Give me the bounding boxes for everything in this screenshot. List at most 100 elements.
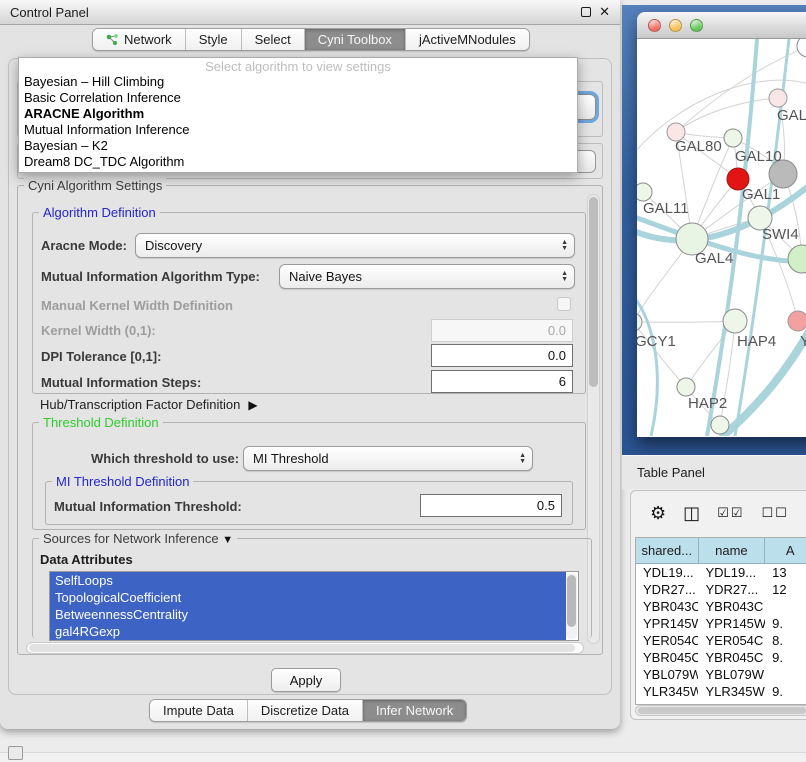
algorithm-option-bayesian-k2[interactable]: Bayesian – K2 — [19, 138, 577, 154]
tab-cyni-toolbox[interactable]: Cyni Toolbox — [305, 29, 406, 50]
settings-gear-icon[interactable]: ⚙ — [650, 504, 666, 522]
column-header-name[interactable]: name — [699, 538, 766, 564]
zoom-window-button[interactable] — [690, 19, 703, 32]
mi-threshold-field[interactable]: 0.5 — [420, 494, 562, 517]
mi-threshold-group: MI Threshold Definition Mutual Informati… — [45, 481, 573, 525]
tab-style[interactable]: Style — [186, 29, 242, 50]
unselect-all-columns-icon[interactable]: ☐☐ — [761, 504, 788, 522]
network-node[interactable] — [724, 129, 742, 147]
network-canvas[interactable]: GALGAL80GAL10GAL11GAL1SWI4GAL4GCY1HAP4YH… — [637, 39, 806, 436]
mi-algorithm-type-value: Naive Bayes — [289, 269, 362, 284]
network-node[interactable] — [677, 378, 695, 396]
network-edge[interactable] — [637, 291, 657, 436]
algorithm-option-bayesian-hill-climbing[interactable]: Bayesian – Hill Climbing — [19, 74, 577, 90]
attribute-item-gal4rgexp[interactable]: gal4RGexp — [50, 623, 578, 640]
stepper-icon: ▲▼ — [555, 271, 574, 283]
select-all-columns-icon[interactable]: ☑☑ — [717, 504, 744, 522]
table-hscrollbar-thumb[interactable] — [638, 707, 806, 714]
table-row[interactable]: YPR145WYPR145W9. — [636, 615, 806, 632]
algorithm-definition-group: Algorithm Definition Aracne Mode: Discov… — [32, 212, 586, 394]
tab-jactivemnodules[interactable]: jActiveMNodules — [406, 29, 529, 50]
tab-label: Style — [199, 32, 228, 47]
attribute-item-selfloops[interactable]: SelfLoops — [50, 572, 578, 589]
settings-horizontal-scrollbar[interactable] — [26, 642, 584, 654]
tab-infer-network[interactable]: Infer Network — [363, 700, 466, 721]
tab-label: jActiveMNodules — [419, 32, 516, 47]
column-header-a[interactable]: A — [765, 538, 806, 564]
stepper-icon: ▲▼ — [555, 240, 574, 252]
network-node[interactable] — [788, 311, 806, 331]
which-threshold-label: Which threshold to use: — [91, 451, 239, 466]
collapse-down-icon[interactable]: ▼ — [222, 534, 233, 546]
which-threshold-combo[interactable]: MI Threshold ▲▼ — [243, 446, 533, 471]
table-cell — [765, 666, 806, 683]
window-grip-icon[interactable] — [8, 746, 23, 760]
float-window-icon[interactable] — [581, 7, 591, 17]
table-row[interactable]: YDR27...YDR27...12 — [636, 581, 806, 598]
node-label-hap4: HAP4 — [737, 333, 776, 350]
table-row[interactable]: YER054CYER054C8. — [636, 632, 806, 649]
network-node[interactable] — [723, 309, 747, 333]
table-row[interactable]: YBR045CYBR045C9. — [636, 649, 806, 666]
table-row[interactable]: YBR043CYBR043C — [636, 598, 806, 615]
column-layout-icon[interactable]: ◫ — [683, 504, 700, 522]
network-edge[interactable] — [637, 321, 735, 322]
attribute-item-topologicalcoefficient[interactable]: TopologicalCoefficient — [50, 589, 578, 606]
network-edge[interactable] — [676, 98, 778, 132]
apply-button[interactable]: Apply — [271, 668, 341, 692]
table-row[interactable]: YDL19...YDL19...13 — [636, 564, 806, 581]
table-row[interactable]: YBL079WYBL079W — [636, 666, 806, 683]
minimize-window-button[interactable] — [669, 19, 682, 32]
node-table[interactable]: shared...nameA YDL19...YDL19...13YDR27..… — [635, 537, 806, 705]
hub-definition-label: Hub/Transcription Factor Definition — [40, 397, 240, 412]
dpi-tolerance-field[interactable]: 0.0 — [431, 344, 573, 367]
algorithm-option-mutual-information-inference[interactable]: Mutual Information Inference — [19, 122, 577, 138]
close-window-button[interactable] — [648, 19, 661, 32]
table-cell: 9. — [765, 615, 806, 632]
control-panel-titlebar: Control Panel ✕ — [0, 0, 620, 25]
column-header-shared[interactable]: shared... — [636, 538, 699, 564]
node-label-gal4: GAL4 — [695, 250, 733, 267]
network-node[interactable] — [637, 313, 642, 331]
algorithm-option-basic-correlation-inference[interactable]: Basic Correlation Inference — [19, 90, 577, 106]
network-edge[interactable] — [637, 322, 686, 387]
tab-label: Impute Data — [163, 703, 234, 718]
node-label-gcy1: GCY1 — [637, 333, 676, 350]
network-node[interactable] — [769, 89, 787, 107]
network-node[interactable] — [797, 39, 806, 57]
table-cell: YDR27... — [698, 581, 765, 598]
tab-label: Discretize Data — [261, 703, 349, 718]
network-window: GALGAL80GAL10GAL11GAL1SWI4GAL4GCY1HAP4YH… — [637, 12, 806, 437]
close-panel-icon[interactable]: ✕ — [599, 7, 610, 17]
attributes-scrollbar[interactable] — [566, 573, 577, 639]
network-node[interactable] — [637, 183, 652, 201]
node-label-gal1: GAL1 — [742, 186, 780, 203]
mi-algorithm-type-combo[interactable]: Naive Bayes ▲▼ — [279, 264, 575, 289]
network-view-panel: GALGAL80GAL10GAL11GAL1SWI4GAL4GCY1HAP4YH… — [622, 5, 806, 455]
algorithm-option-aracne-algorithm[interactable]: ARACNE Algorithm — [19, 106, 577, 122]
tab-select[interactable]: Select — [242, 29, 305, 50]
which-threshold-value: MI Threshold — [253, 451, 329, 466]
tab-impute-data[interactable]: Impute Data — [150, 700, 248, 721]
hub-definition-toggle[interactable]: Hub/Transcription Factor Definition▶ — [40, 397, 258, 412]
tab-network[interactable]: Network — [93, 29, 186, 50]
attribute-item-betweennesscentrality[interactable]: BetweennessCentrality — [50, 606, 578, 623]
data-attributes-label: Data Attributes — [40, 552, 133, 567]
aracne-mode-label: Aracne Mode: — [41, 238, 127, 253]
network-node[interactable] — [788, 245, 806, 273]
manual-kernel-width-checkbox[interactable] — [557, 297, 571, 311]
mi-steps-field[interactable]: 6 — [431, 370, 573, 393]
aracne-mode-combo[interactable]: Discovery ▲▼ — [135, 233, 575, 258]
kernel-width-field[interactable]: 0.0 — [431, 319, 573, 342]
data-attributes-list[interactable]: SelfLoopsTopologicalCoefficientBetweenne… — [49, 571, 579, 641]
settings-scrollbar-thumb[interactable] — [589, 197, 598, 387]
network-node[interactable] — [711, 416, 729, 434]
screen: Control Panel ✕ Network Style SelectCyni T… — [0, 0, 806, 762]
table-row[interactable]: YLR345WYLR345W9. — [636, 683, 806, 700]
table-panel-header: Table Panel — [622, 455, 806, 489]
algorithm-option-dream8-dc-tdc-algorithm[interactable]: Dream8 DC_TDC Algorithm — [19, 154, 577, 170]
bottom-strip — [0, 752, 806, 762]
tab-discretize-data[interactable]: Discretize Data — [248, 700, 363, 721]
table-horizontal-scrollbar[interactable] — [635, 705, 806, 716]
settings-hscrollbar-thumb[interactable] — [29, 644, 575, 652]
